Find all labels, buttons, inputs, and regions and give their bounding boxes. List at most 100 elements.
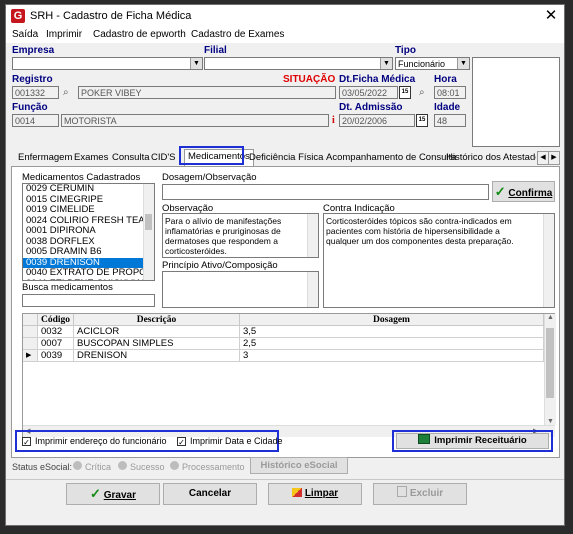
- tab-acompanhamento-consulta[interactable]: Acompanhamento de Consulta: [326, 151, 456, 165]
- tab-consulta[interactable]: Consulta: [112, 151, 150, 165]
- table-cell[interactable]: 0007: [38, 338, 74, 350]
- imprimir-receituario-button[interactable]: Imprimir Receituário: [396, 433, 549, 449]
- chevron-down-icon[interactable]: ▼: [380, 58, 392, 69]
- scrollbar-thumb[interactable]: [145, 214, 152, 230]
- imprimir-data-checkbox[interactable]: ✓: [177, 437, 186, 447]
- eraser-icon: [291, 488, 302, 497]
- principio-textarea[interactable]: [162, 271, 319, 308]
- dt-ficha-label: Dt.Ficha Médica: [339, 74, 416, 85]
- tab-deficiencia-fisica[interactable]: Deficiência Física: [249, 151, 323, 165]
- tab-cids[interactable]: CID'S: [151, 151, 176, 165]
- empresa-select[interactable]: ▼: [12, 57, 203, 70]
- menu-cadastro-exames[interactable]: Cadastro de Exames: [191, 29, 284, 40]
- confirma-button[interactable]: ✓ Confirma: [492, 181, 555, 202]
- checkmark-icon: ✓: [90, 486, 101, 501]
- contra-indicacao-textarea[interactable]: Corticosteróides tópicos são contra-indi…: [323, 213, 555, 308]
- table-cell[interactable]: 3: [240, 350, 544, 362]
- list-item[interactable]: 0029 CERUMIN: [23, 184, 154, 195]
- excluir-button[interactable]: Excluir: [373, 483, 467, 505]
- row-indicator[interactable]: [23, 338, 38, 350]
- filial-select[interactable]: ▼: [204, 57, 393, 70]
- table-cell[interactable]: DRENISON: [74, 350, 240, 362]
- excluir-label: Excluir: [409, 488, 444, 499]
- medicamentos-panel: Medicamentos Cadastrados 0029 CERUMIN 001…: [11, 166, 560, 458]
- medicamentos-list[interactable]: 0029 CERUMIN 0015 CIMEGRIPE 0019 CIMELIDE 0…: [22, 183, 155, 281]
- table-cell[interactable]: 0032: [38, 326, 74, 338]
- hora-field[interactable]: 08:01: [434, 86, 466, 99]
- table-cell[interactable]: ACICLOR: [74, 326, 240, 338]
- tab-historico-atestados[interactable]: Histórico dos Atestados: [446, 151, 536, 165]
- imprimir-endereco-label: Imprimir endereço do funcionário: [35, 436, 167, 446]
- status-esocial-label: Status eSocial:: [12, 462, 73, 472]
- idade-field[interactable]: 48: [434, 114, 466, 127]
- medicamentos-grid[interactable]: Código Descrição Dosagem 0032 ACICLOR 3,5 0…: [22, 313, 556, 437]
- funcao-code-field[interactable]: 0014: [12, 114, 59, 127]
- radio-critica[interactable]: [73, 461, 82, 470]
- funcao-label: Função: [12, 102, 48, 113]
- grid-header-codigo[interactable]: Código: [38, 314, 74, 326]
- list-item[interactable]: 0041 FELDENE QUICKVIAL: [23, 278, 154, 280]
- calendar-icon[interactable]: 15: [399, 86, 411, 99]
- table-cell[interactable]: 3,5: [240, 326, 544, 338]
- binoculars-icon[interactable]: ⌕: [419, 87, 425, 98]
- tab-exames[interactable]: Exames: [74, 151, 108, 165]
- cancelar-button[interactable]: Cancelar: [163, 483, 257, 505]
- registro-label: Registro: [12, 74, 53, 85]
- grid-header-descricao[interactable]: Descrição: [74, 314, 240, 326]
- calendar-icon[interactable]: 15: [416, 114, 428, 127]
- main-window: G SRH - Cadastro de Ficha Médica ✕ Saída…: [5, 4, 565, 526]
- empresa-label: Empresa: [12, 45, 55, 56]
- app-logo-icon: G: [11, 9, 25, 23]
- principio-scrollbar[interactable]: [307, 272, 318, 307]
- busca-input[interactable]: [22, 294, 155, 307]
- chevron-down-icon[interactable]: ▼: [547, 418, 554, 425]
- grid-header-dosagem[interactable]: Dosagem: [240, 314, 544, 326]
- list-item[interactable]: 0005 DRAMIN B6: [23, 246, 154, 258]
- medicamentos-list-items: 0029 CERUMIN 0015 CIMEGRIPE 0019 CIMELIDE 0…: [23, 184, 154, 280]
- chevron-down-icon[interactable]: ▼: [457, 58, 469, 69]
- chevron-up-icon[interactable]: ▲: [545, 314, 556, 321]
- tab-highlight-box: [179, 146, 244, 165]
- table-cell[interactable]: 2,5: [240, 338, 544, 350]
- row-indicator[interactable]: [23, 326, 38, 338]
- close-icon[interactable]: ✕: [542, 7, 560, 25]
- imprimir-data-label: Imprimir Data e Cidade: [190, 436, 283, 446]
- binoculars-icon[interactable]: ⌕: [63, 87, 69, 98]
- tab-enfermagem[interactable]: Enfermagem: [18, 151, 72, 165]
- list-scrollbar[interactable]: [143, 184, 154, 280]
- filial-label: Filial: [204, 45, 227, 56]
- imprimir-endereco-checkbox[interactable]: ✓: [22, 437, 31, 447]
- menu-cadastro-epworth[interactable]: Cadastro de epworth: [93, 29, 186, 40]
- scrollbar-thumb[interactable]: [546, 328, 554, 398]
- tipo-select[interactable]: Funcionário ▼: [395, 57, 470, 70]
- tab-scroll-right-icon[interactable]: ▶: [548, 151, 560, 165]
- photo-box[interactable]: [472, 57, 560, 147]
- chevron-down-icon[interactable]: ▼: [190, 58, 202, 69]
- list-item[interactable]: 0001 DIPIRONA: [23, 225, 154, 237]
- contra-indicacao-scrollbar[interactable]: [543, 214, 554, 307]
- radio-processamento[interactable]: [170, 461, 179, 470]
- menu-imprimir[interactable]: Imprimir: [46, 29, 82, 40]
- limpar-button[interactable]: Limpar: [268, 483, 362, 505]
- radio-sucesso[interactable]: [118, 461, 127, 470]
- registro-code-field[interactable]: 001332: [12, 86, 59, 99]
- row-indicator[interactable]: ▶: [23, 350, 38, 362]
- tipo-value: Funcionário: [398, 59, 446, 69]
- grid-indicator-header: [23, 314, 38, 326]
- dosagem-input[interactable]: [162, 184, 489, 200]
- dt-admissao-field[interactable]: 20/02/2006: [339, 114, 415, 127]
- historico-esocial-button[interactable]: Histórico eSocial: [250, 457, 348, 474]
- grid-vscrollbar[interactable]: ▲ ▼: [544, 314, 556, 425]
- list-item[interactable]: 0040 EXTRATO DE PROPOLIS: [23, 267, 154, 279]
- gravar-button[interactable]: ✓ Gravar: [66, 483, 160, 505]
- registro-name-field[interactable]: POKER VIBEY: [78, 86, 336, 99]
- menu-saida[interactable]: Saída: [12, 29, 38, 40]
- info-icon[interactable]: i: [332, 115, 335, 126]
- observacao-scrollbar[interactable]: [307, 214, 318, 257]
- funcao-name-field[interactable]: MOTORISTA: [61, 114, 329, 127]
- observacao-textarea[interactable]: Para o alívio de manifestações inflamató…: [162, 213, 319, 258]
- list-item[interactable]: 0019 CIMELIDE: [23, 204, 154, 216]
- table-cell[interactable]: 0039: [38, 350, 74, 362]
- dt-ficha-field[interactable]: 03/05/2022: [339, 86, 398, 99]
- table-cell[interactable]: BUSCOPAN SIMPLES: [74, 338, 240, 350]
